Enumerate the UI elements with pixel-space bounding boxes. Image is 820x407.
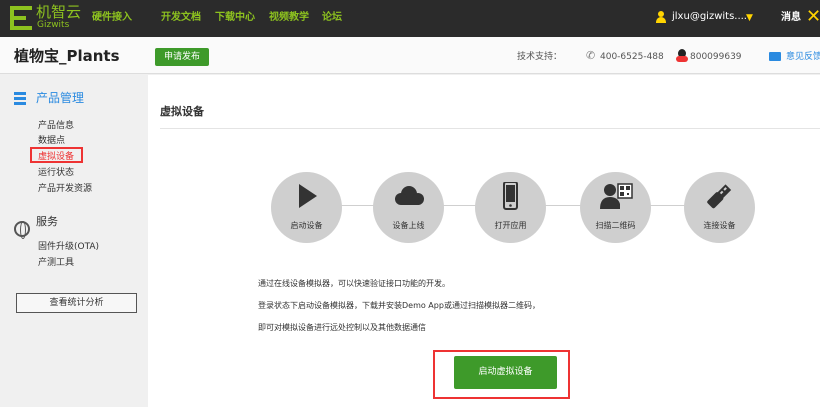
- step-label: 打开应用: [494, 221, 527, 230]
- step-open-app: 打开应用: [475, 172, 546, 243]
- product-name: 植物宝_Plants: [14, 47, 120, 65]
- gizwits-logo-icon[interactable]: [10, 6, 34, 30]
- product-manage-icon: [14, 92, 26, 105]
- phone-icon: ✆: [586, 49, 596, 62]
- step-label: 设备上线: [392, 221, 425, 230]
- product-header: 植物宝_Plants 申请发布 技术支持： ✆ 400-6525-488 800…: [0, 37, 820, 74]
- support-label: 技术支持：: [517, 52, 563, 62]
- link-icon: [707, 184, 732, 209]
- user-icon: [656, 11, 666, 23]
- sidebar-item-ota[interactable]: 固件升级(OTA): [38, 241, 99, 253]
- play-icon: [299, 184, 317, 208]
- page-title: 虚拟设备: [160, 105, 204, 118]
- nav-videos[interactable]: 视频教学: [269, 11, 309, 25]
- sidebar-item-dev-resources[interactable]: 产品开发资源: [38, 183, 92, 195]
- section-services[interactable]: 服务: [36, 215, 58, 229]
- step-connect-device: 连接设备: [684, 172, 755, 243]
- main-panel: 虚拟设备 启动设备 设备上线 打开应用 扫描二维码 连接设备 通过在线设备模拟器…: [148, 75, 820, 407]
- section-product-management[interactable]: 产品管理: [36, 91, 84, 105]
- phone-icon: [503, 182, 518, 210]
- step-scan-qr: 扫描二维码: [580, 172, 651, 243]
- start-virtual-device-button[interactable]: 启动虚拟设备: [454, 356, 557, 389]
- nav-downloads[interactable]: 下载中心: [215, 11, 255, 25]
- scan-qr-icon: [600, 183, 633, 209]
- step-label: 连接设备: [703, 221, 736, 230]
- support-phone: 400-6525-488: [600, 52, 664, 62]
- sidebar-item-run-status[interactable]: 运行状态: [38, 167, 74, 179]
- apply-publish-button[interactable]: 申请发布: [155, 48, 209, 66]
- step-label: 启动设备: [290, 221, 323, 230]
- globe-icon: [14, 221, 30, 239]
- active-item-highlight: [30, 147, 83, 163]
- sidebar-item-product-info[interactable]: 产品信息: [38, 120, 74, 132]
- sidebar-item-datapoints[interactable]: 数据点: [38, 135, 65, 147]
- support-qq[interactable]: 800099639: [690, 51, 742, 63]
- nav-forum[interactable]: 论坛: [322, 11, 342, 25]
- brand-name[interactable]: 机智云: [36, 4, 81, 20]
- sidebar-item-test-tool[interactable]: 产测工具: [38, 257, 74, 269]
- description-line-2: 登录状态下启动设备模拟器，下载并安装Demo App或通过扫描模拟器二维码，: [258, 301, 540, 310]
- close-x-icon[interactable]: ✕: [806, 7, 820, 27]
- view-stats-button[interactable]: 查看统计分析: [16, 293, 137, 313]
- messages-link[interactable]: 消息: [781, 11, 801, 25]
- description-line-1: 通过在线设备模拟器，可以快速验证接口功能的开发。: [258, 279, 450, 288]
- step-start-device: 启动设备: [271, 172, 342, 243]
- qq-icon[interactable]: [676, 49, 688, 62]
- step-label: 扫描二维码: [595, 221, 636, 230]
- sidebar: 产品管理 产品信息 数据点 虚拟设备 运行状态 产品开发资源 服务 固件升级(O…: [0, 75, 150, 407]
- brand-name-en: Gizwits: [37, 20, 70, 30]
- chevron-down-icon[interactable]: ▼: [746, 11, 753, 25]
- nav-docs[interactable]: 开发文档: [161, 11, 201, 25]
- step-device-online: 设备上线: [373, 172, 444, 243]
- nav-hardware[interactable]: 硬件接入: [92, 11, 132, 25]
- title-divider: [160, 128, 820, 129]
- description-line-3: 即可对模拟设备进行远处控制以及其他数据通信: [258, 323, 426, 332]
- feedback-link[interactable]: 意见反馈: [786, 51, 820, 63]
- user-account[interactable]: jlxu@gizwits....: [672, 10, 747, 24]
- mail-icon[interactable]: [769, 52, 781, 61]
- top-nav-bar: 机智云 Gizwits 硬件接入 开发文档 下载中心 视频教学 论坛 jlxu@…: [0, 0, 820, 37]
- cloud-icon: [395, 186, 424, 205]
